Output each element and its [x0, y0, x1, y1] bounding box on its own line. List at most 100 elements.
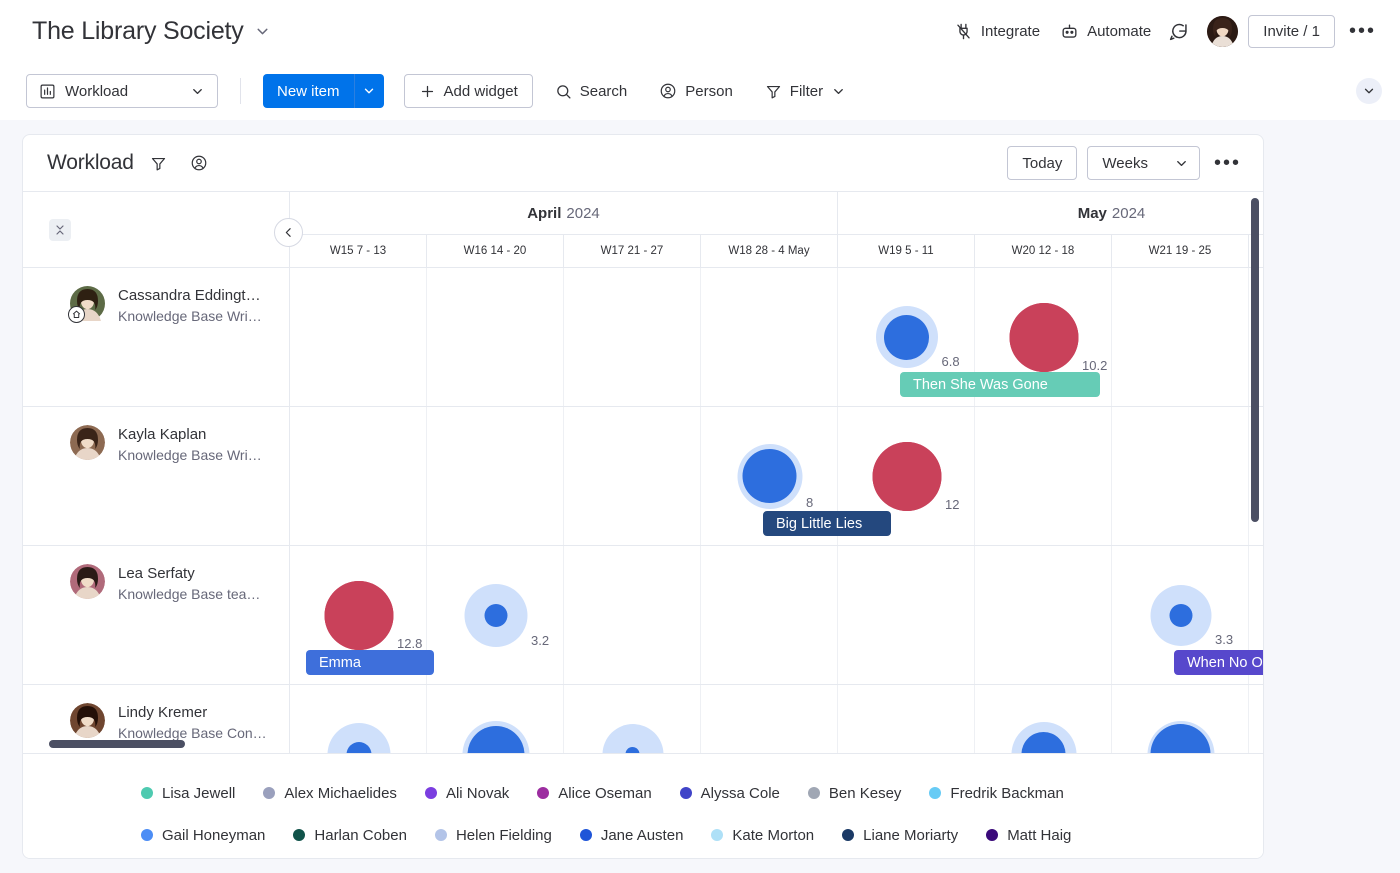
timeline-cell[interactable] — [427, 268, 564, 406]
search-icon — [555, 83, 572, 100]
timeline-cell[interactable] — [290, 407, 427, 545]
timeline-week-column-4[interactable]: W19 5 - 11 — [838, 235, 975, 267]
view-selector-chevron-down-icon — [190, 84, 205, 99]
legend-item[interactable]: Jane Austen — [579, 826, 684, 844]
timeline-cell[interactable] — [701, 268, 838, 406]
automate-button[interactable]: Automate — [1050, 16, 1161, 47]
legend-item[interactable]: Harlan Coben — [293, 827, 407, 844]
collapse-all-rows-button[interactable] — [49, 218, 71, 241]
task-pill[interactable]: Emma — [306, 650, 434, 675]
legend-color-dot — [434, 829, 447, 841]
timeline-cell[interactable] — [1249, 685, 1263, 753]
legend-item[interactable]: Fredrik Backman — [929, 784, 1064, 802]
legend-item[interactable]: Alex Michaelides — [263, 785, 397, 802]
task-pill[interactable]: When No One Is Watching — [1174, 650, 1263, 675]
person-filter-button[interactable]: Person — [649, 74, 743, 108]
workload-bubble-fill — [484, 603, 507, 627]
legend-item[interactable]: Ben Kesey — [807, 785, 901, 802]
workload-bubble-fill — [346, 741, 371, 753]
widget-filter-icon[interactable] — [144, 148, 174, 178]
timeline-cell[interactable] — [838, 546, 975, 684]
timeline-cell[interactable] — [838, 685, 975, 753]
timeline-cell[interactable] — [427, 407, 564, 545]
person-cell[interactable]: Cassandra Eddingt… Knowledge Base Wri… — [23, 268, 290, 406]
new-item-chevron-down-icon[interactable] — [353, 74, 384, 108]
person-name: Kayla Kaplan — [118, 426, 207, 443]
legend-item[interactable]: Helen Fielding — [434, 827, 552, 844]
robot-icon — [1060, 22, 1079, 41]
workload-bubble[interactable] — [1009, 302, 1078, 372]
legend-item[interactable]: Alice Oseman — [537, 785, 652, 802]
chat-button[interactable] — [1161, 14, 1195, 48]
today-button[interactable]: Today — [1007, 146, 1078, 180]
legend-label: Matt Haig — [1007, 826, 1072, 844]
grid-horizontal-scrollbar[interactable] — [49, 740, 185, 748]
legend-item[interactable]: Lisa Jewell — [141, 785, 235, 802]
legend-item[interactable]: Gail Honeyman — [141, 827, 265, 844]
grid-vertical-scrollbar[interactable] — [1251, 198, 1259, 522]
widget-person-icon[interactable] — [184, 148, 214, 178]
timeline-cell[interactable] — [564, 407, 701, 545]
workload-bubble-value: 12 — [945, 496, 960, 512]
timeline-cell[interactable] — [975, 546, 1112, 684]
legend-item[interactable]: Ali Novak — [424, 784, 510, 802]
person-name: Lea Serfaty — [118, 565, 195, 582]
timeline-cell[interactable] — [1112, 407, 1249, 545]
legend-label: Ali Novak — [445, 784, 510, 802]
board-title-chevron-down-icon[interactable] — [254, 23, 271, 40]
zoom-level-selector[interactable]: Weeks — [1087, 146, 1200, 180]
timeline-week-column-6[interactable]: W21 19 - 25 — [1112, 235, 1249, 267]
timeline-header-columns: April 2024 May 2024 W15 7 - 13 W16 14 - 20 W1… — [290, 192, 1263, 267]
workload-bubble[interactable] — [464, 583, 527, 647]
timeline-cell[interactable] — [564, 268, 701, 406]
timeline-cell[interactable] — [290, 268, 427, 406]
timeline-cell[interactable] — [1112, 268, 1249, 406]
legend-item[interactable]: Kate Morton — [711, 827, 814, 844]
add-widget-button[interactable]: Add widget — [403, 74, 533, 108]
task-pill[interactable]: Then She Was Gone — [900, 372, 1100, 397]
view-selector-label: Workload — [65, 82, 129, 100]
view-selector[interactable]: Workload — [26, 74, 218, 108]
integrate-button[interactable]: Integrate — [944, 16, 1050, 47]
month-name: May — [1077, 204, 1107, 222]
workload-bubble[interactable] — [875, 306, 938, 368]
toolbar-collapse-button[interactable] — [1356, 78, 1382, 104]
workload-bubble[interactable] — [872, 441, 941, 511]
workload-bubble[interactable] — [1150, 584, 1211, 646]
legend-item[interactable]: Liane Moriarty — [842, 827, 958, 844]
timeline-week-column-5[interactable]: W20 12 - 18 — [975, 235, 1112, 267]
timeline-week-column-1[interactable]: W16 14 - 20 — [427, 235, 564, 267]
legend-label: Fredrik Backman — [950, 784, 1064, 802]
timeline-week-column-2[interactable]: W17 21 - 27 — [564, 235, 701, 267]
topbar-more-button[interactable]: ••• — [1343, 21, 1382, 41]
workload-bubble-fill — [1169, 603, 1192, 627]
legend-label: Kate Morton — [732, 826, 815, 844]
legend-label: Alyssa Cole — [700, 784, 780, 802]
timeline-cell[interactable] — [701, 685, 838, 753]
timeline-week-column-3[interactable]: W18 28 - 4 May — [701, 235, 838, 267]
legend-item[interactable]: Alyssa Cole — [679, 784, 780, 802]
new-item-button[interactable]: New item — [263, 74, 354, 108]
legend-item[interactable]: Matt Haig — [986, 827, 1071, 844]
workload-bubble[interactable] — [324, 580, 393, 650]
legend-color-dot — [711, 829, 724, 841]
search-button[interactable]: Search — [545, 74, 638, 108]
person-label: Person — [685, 82, 733, 100]
filter-button[interactable]: Filter — [755, 74, 856, 108]
avatar — [70, 564, 105, 599]
timeline-previous-button[interactable] — [274, 218, 303, 247]
timeline-week-column-0[interactable]: W15 7 - 13 — [290, 235, 427, 267]
widget-more-button[interactable]: ••• — [1206, 153, 1249, 173]
user-avatar[interactable] — [1207, 15, 1239, 47]
workload-widget: Workload Today Weeks ••• April 2024 May … — [22, 134, 1264, 859]
invite-button[interactable]: Invite / 1 — [1248, 14, 1335, 48]
task-pill[interactable]: Big Little Lies — [763, 511, 891, 536]
person-cell[interactable]: Lea Serfaty Knowledge Base tea… — [23, 546, 290, 684]
timeline-cell[interactable] — [564, 546, 701, 684]
legend-label: Jane Austen — [600, 826, 684, 844]
person-cell[interactable]: Kayla Kaplan Knowledge Base Wri… — [23, 407, 290, 545]
workload-bubble[interactable] — [737, 443, 802, 509]
timeline-cell[interactable] — [701, 546, 838, 684]
timeline-cell[interactable] — [975, 407, 1112, 545]
legend-color-dot — [141, 787, 153, 799]
